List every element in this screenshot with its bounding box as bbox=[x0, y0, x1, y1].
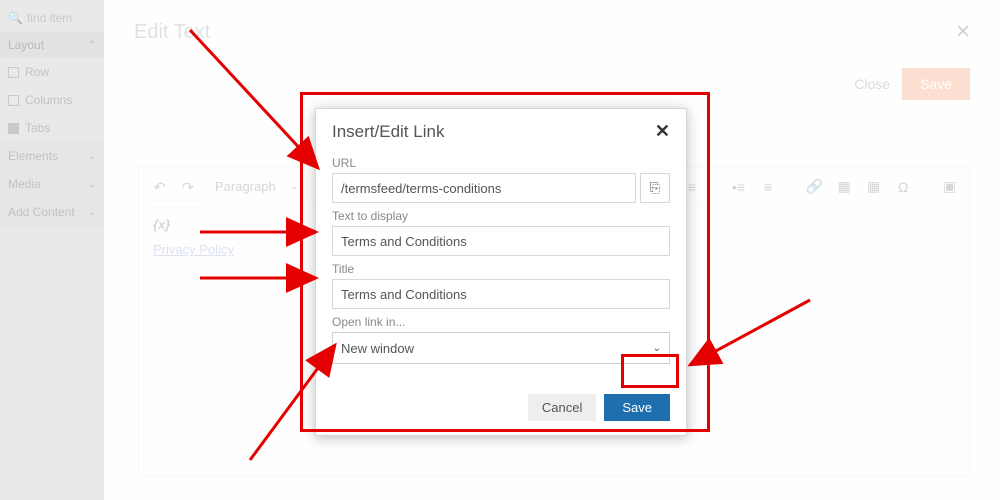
sidebar-section-elements[interactable]: Elements ⌄ bbox=[0, 142, 104, 170]
omega-icon[interactable]: Ω bbox=[891, 173, 917, 201]
save-button-top[interactable]: Save bbox=[902, 68, 970, 100]
sidebar-item-label: Row bbox=[25, 65, 49, 79]
sidebar-item-columns[interactable]: Columns bbox=[0, 86, 104, 114]
close-icon[interactable]: × bbox=[956, 18, 970, 46]
sidebar-item-row[interactable]: Row bbox=[0, 58, 104, 86]
sidebar-search-placeholder: find item bbox=[27, 11, 72, 25]
url-picker-button[interactable]: ⎘ bbox=[640, 173, 670, 203]
sidebar-section-addcontent[interactable]: Add Content ⌄ bbox=[0, 198, 104, 226]
format-select-label: Paragraph bbox=[215, 179, 276, 194]
search-icon: 🔍 bbox=[8, 11, 23, 25]
openin-value: New window bbox=[341, 341, 414, 356]
sidebar-item-label: Columns bbox=[25, 93, 72, 107]
chevron-down-icon: ⌄ bbox=[290, 181, 298, 192]
link-modal: Insert/Edit Link ✕ URL ⎘ Text to display… bbox=[315, 108, 687, 436]
sidebar-layout-label: Layout bbox=[8, 38, 44, 52]
close-icon[interactable]: ✕ bbox=[655, 121, 670, 142]
format-select[interactable]: Paragraph ⌄ bbox=[207, 173, 307, 201]
image-icon[interactable]: ▦ bbox=[832, 173, 858, 201]
sidebar-search[interactable]: 🔍 find item bbox=[0, 4, 104, 32]
openin-label: Open link in... bbox=[332, 315, 670, 329]
link-modal-title: Insert/Edit Link bbox=[332, 122, 444, 142]
row-icon bbox=[8, 67, 19, 78]
sidebar-item-tabs[interactable]: Tabs bbox=[0, 114, 104, 142]
sidebar-layout-header[interactable]: Layout ⌃ bbox=[0, 32, 104, 58]
chevron-up-icon: ⌃ bbox=[88, 40, 96, 51]
chevron-down-icon: ⌄ bbox=[88, 207, 96, 218]
sidebar-item-label: Tabs bbox=[25, 121, 50, 135]
text-label: Text to display bbox=[332, 209, 670, 223]
save-button[interactable]: Save bbox=[604, 394, 670, 421]
columns-icon bbox=[8, 95, 19, 106]
link-icon[interactable]: 🔗 bbox=[802, 173, 828, 201]
title-label: Title bbox=[332, 262, 670, 276]
close-button[interactable]: Close bbox=[854, 76, 890, 92]
title-input[interactable] bbox=[332, 279, 670, 309]
sidebar-section-label: Elements bbox=[8, 149, 58, 163]
chevron-down-icon: ⌄ bbox=[653, 343, 661, 354]
blocks-icon[interactable]: ▣ bbox=[937, 173, 963, 201]
undo-icon[interactable]: ↶ bbox=[146, 174, 174, 202]
sidebar: 🔍 find item Layout ⌃ Row Columns Tabs El… bbox=[0, 0, 104, 500]
editor-link-privacy[interactable]: Privacy Policy bbox=[153, 242, 234, 257]
cancel-button[interactable]: Cancel bbox=[528, 394, 596, 421]
table-icon[interactable]: ▦ bbox=[861, 173, 887, 201]
url-input[interactable] bbox=[332, 173, 636, 203]
text-input[interactable] bbox=[332, 226, 670, 256]
sidebar-section-label: Add Content bbox=[8, 205, 75, 219]
chevron-down-icon: ⌄ bbox=[88, 151, 96, 162]
sidebar-section-media[interactable]: Media ⌄ bbox=[0, 170, 104, 198]
openin-select[interactable]: New window ⌄ bbox=[332, 332, 670, 364]
chevron-down-icon: ⌄ bbox=[88, 179, 96, 190]
number-list-icon[interactable]: ≡ bbox=[756, 173, 782, 201]
tabs-icon bbox=[8, 123, 19, 134]
url-label: URL bbox=[332, 156, 670, 170]
bullet-list-icon[interactable]: •≡ bbox=[726, 173, 752, 201]
page-title: Edit Text bbox=[134, 21, 210, 44]
sidebar-section-label: Media bbox=[8, 177, 41, 191]
redo-icon[interactable]: ↷ bbox=[174, 174, 202, 202]
external-link-icon: ⎘ bbox=[650, 180, 660, 196]
